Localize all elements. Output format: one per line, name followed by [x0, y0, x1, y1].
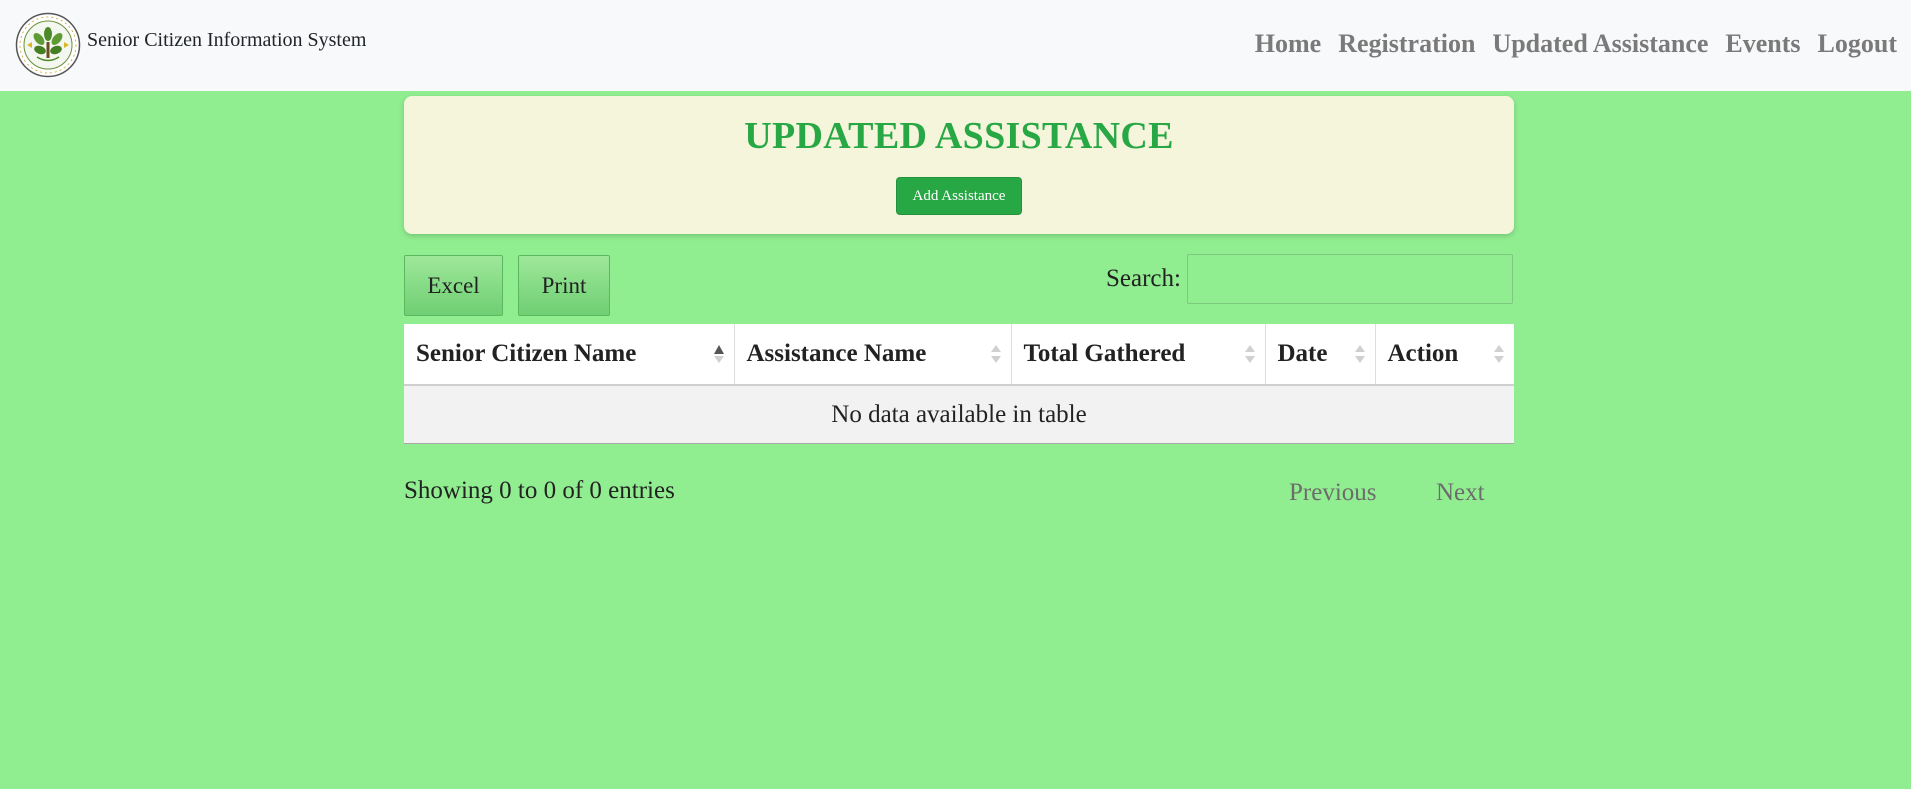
excel-button[interactable]: Excel [404, 255, 503, 316]
nav-link-updated-assistance[interactable]: Updated Assistance [1492, 29, 1708, 59]
table-row: No data available in table [404, 385, 1514, 444]
sort-both-icon [1494, 345, 1504, 363]
column-header-senior-citizen-name[interactable]: Senior Citizen Name [404, 324, 735, 386]
column-header-label: Action [1387, 340, 1459, 367]
table-header-row: Senior Citizen Name Assistance Name Tota… [404, 324, 1514, 386]
table-info: Showing 0 to 0 of 0 entries [404, 477, 675, 504]
nav-link-home[interactable]: Home [1255, 29, 1321, 59]
header-card: UPDATED ASSISTANCE Add Assistance [404, 96, 1514, 234]
column-header-assistance-name[interactable]: Assistance Name [734, 324, 1012, 386]
print-button[interactable]: Print [518, 255, 610, 316]
column-header-label: Assistance Name [746, 340, 927, 367]
previous-page-button[interactable]: Previous [1289, 479, 1377, 507]
brand-title: Senior Citizen Information System [87, 28, 367, 51]
page: Senior Citizen Information System Home R… [0, 0, 1911, 789]
nav-link-events[interactable]: Events [1725, 29, 1800, 59]
navbar-brand[interactable]: Senior Citizen Information System [15, 12, 366, 78]
column-header-date[interactable]: Date [1265, 324, 1376, 386]
navbar: Senior Citizen Information System Home R… [0, 0, 1911, 91]
next-page-button[interactable]: Next [1436, 479, 1485, 507]
nav-link-logout[interactable]: Logout [1818, 29, 1897, 59]
page-title: UPDATED ASSISTANCE [744, 115, 1174, 157]
sort-both-icon [1244, 345, 1255, 363]
search-label: Search: [1106, 265, 1181, 292]
sort-both-icon [1354, 345, 1365, 363]
sort-both-icon [990, 345, 1001, 363]
nav-links: Home Registration Updated Assistance Eve… [1255, 29, 1897, 59]
search-input[interactable] [1187, 254, 1513, 304]
barangay-seal-logo-icon [15, 12, 81, 78]
column-header-label: Date [1277, 340, 1328, 367]
assistance-table: Senior Citizen Name Assistance Name Tota… [404, 324, 1514, 444]
column-header-total-gathered[interactable]: Total Gathered [1011, 324, 1266, 386]
add-assistance-button[interactable]: Add Assistance [896, 177, 1022, 215]
column-header-action[interactable]: Action [1375, 324, 1514, 386]
nav-link-registration[interactable]: Registration [1338, 29, 1475, 59]
column-header-label: Senior Citizen Name [416, 340, 637, 367]
sort-ascending-icon [713, 345, 724, 363]
column-header-label: Total Gathered [1023, 340, 1186, 367]
empty-table-message: No data available in table [404, 385, 1514, 444]
